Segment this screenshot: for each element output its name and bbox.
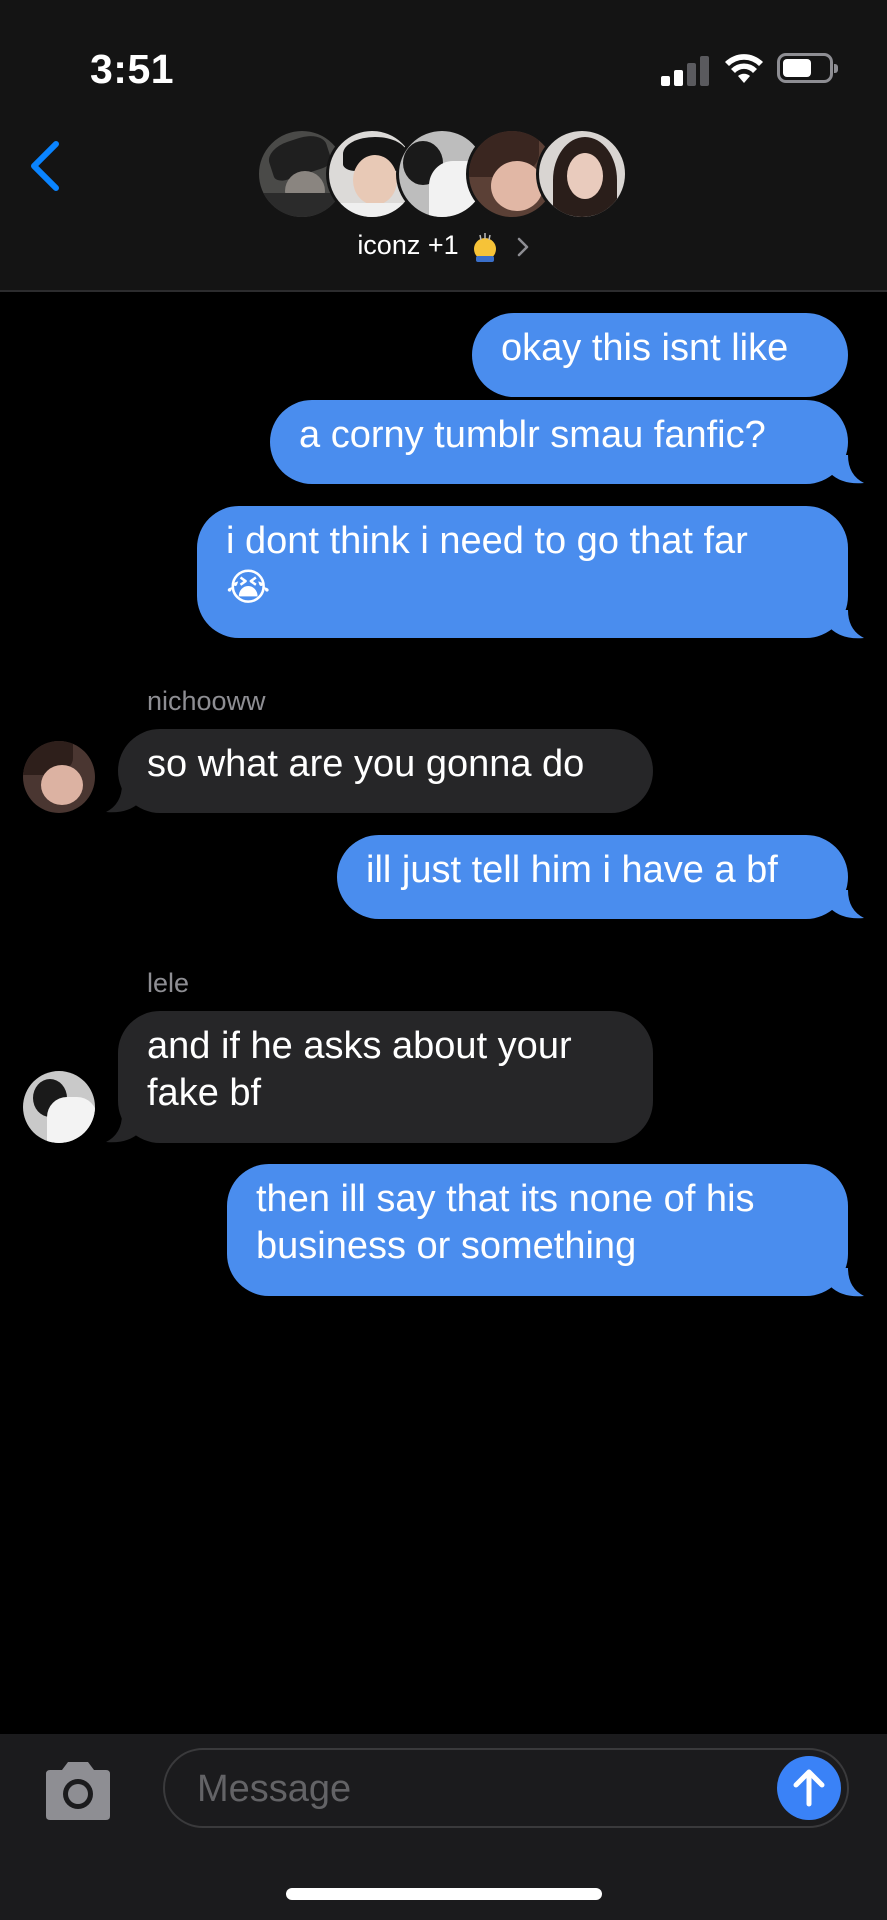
camera-icon[interactable] — [40, 1760, 116, 1822]
sender-name: lele — [147, 968, 190, 998]
incoming-message-bubble[interactable]: and if he asks about your fake bf — [118, 1011, 653, 1143]
chevron-right-icon — [517, 237, 528, 257]
message-text-line: 😭 — [226, 567, 271, 609]
send-button[interactable] — [777, 1756, 841, 1820]
sender-avatar[interactable] — [23, 1071, 95, 1143]
outgoing-message-bubble[interactable]: a corny tumblr smau fanfic? — [270, 400, 848, 484]
bubble-tail — [106, 784, 140, 813]
conversation-header: 3:51 iconz +1 — [0, 0, 887, 292]
message-text-line: and if he asks about your — [147, 1025, 572, 1067]
battery-icon — [777, 53, 838, 83]
outgoing-message-bubble[interactable]: then ill say that its none of his busine… — [227, 1164, 848, 1296]
bubble-tail — [830, 610, 864, 639]
group-avatar-stack[interactable] — [256, 128, 636, 220]
message-text: so what are you gonna do — [147, 743, 585, 785]
avatar — [536, 128, 628, 220]
message-text-line: then ill say that its none of his — [256, 1178, 755, 1220]
bubble-tail — [830, 455, 864, 484]
bubble-tail — [106, 1114, 140, 1143]
home-indicator — [286, 1888, 602, 1900]
message-input-container[interactable] — [163, 1748, 849, 1828]
sender-avatar[interactable] — [23, 741, 95, 813]
wifi-icon — [725, 54, 763, 83]
message-composer — [0, 1734, 887, 1920]
message-text: ill just tell him i have a bf — [366, 849, 778, 891]
cellular-signal-icon — [661, 54, 709, 86]
group-name: iconz +1 — [357, 230, 459, 260]
message-text: okay this isnt like — [501, 327, 789, 369]
outgoing-message-bubble[interactable]: okay this isnt like — [472, 313, 848, 397]
message-text: a corny tumblr smau fanfic? — [299, 414, 766, 456]
outgoing-message-bubble[interactable]: i dont think i need to go that far 😭 — [197, 506, 848, 638]
outgoing-message-bubble[interactable]: ill just tell him i have a bf — [337, 835, 848, 919]
message-text-line: i dont think i need to go that far — [226, 520, 748, 562]
back-chevron-icon[interactable] — [26, 138, 66, 194]
incoming-message-bubble[interactable]: so what are you gonna do — [118, 729, 653, 813]
sender-name: nichooww — [147, 686, 266, 716]
message-input[interactable] — [195, 1762, 719, 1816]
message-text-line: business or something — [256, 1225, 637, 1267]
message-text-line: fake bf — [147, 1072, 262, 1114]
bubble-tail — [830, 890, 864, 919]
bubble-tail — [830, 1268, 864, 1297]
status-bar-time: 3:51 — [90, 46, 175, 92]
group-name-button[interactable]: iconz +1 — [0, 230, 887, 262]
arrow-up-icon — [793, 1769, 825, 1807]
crying-face-icon — [472, 232, 498, 262]
